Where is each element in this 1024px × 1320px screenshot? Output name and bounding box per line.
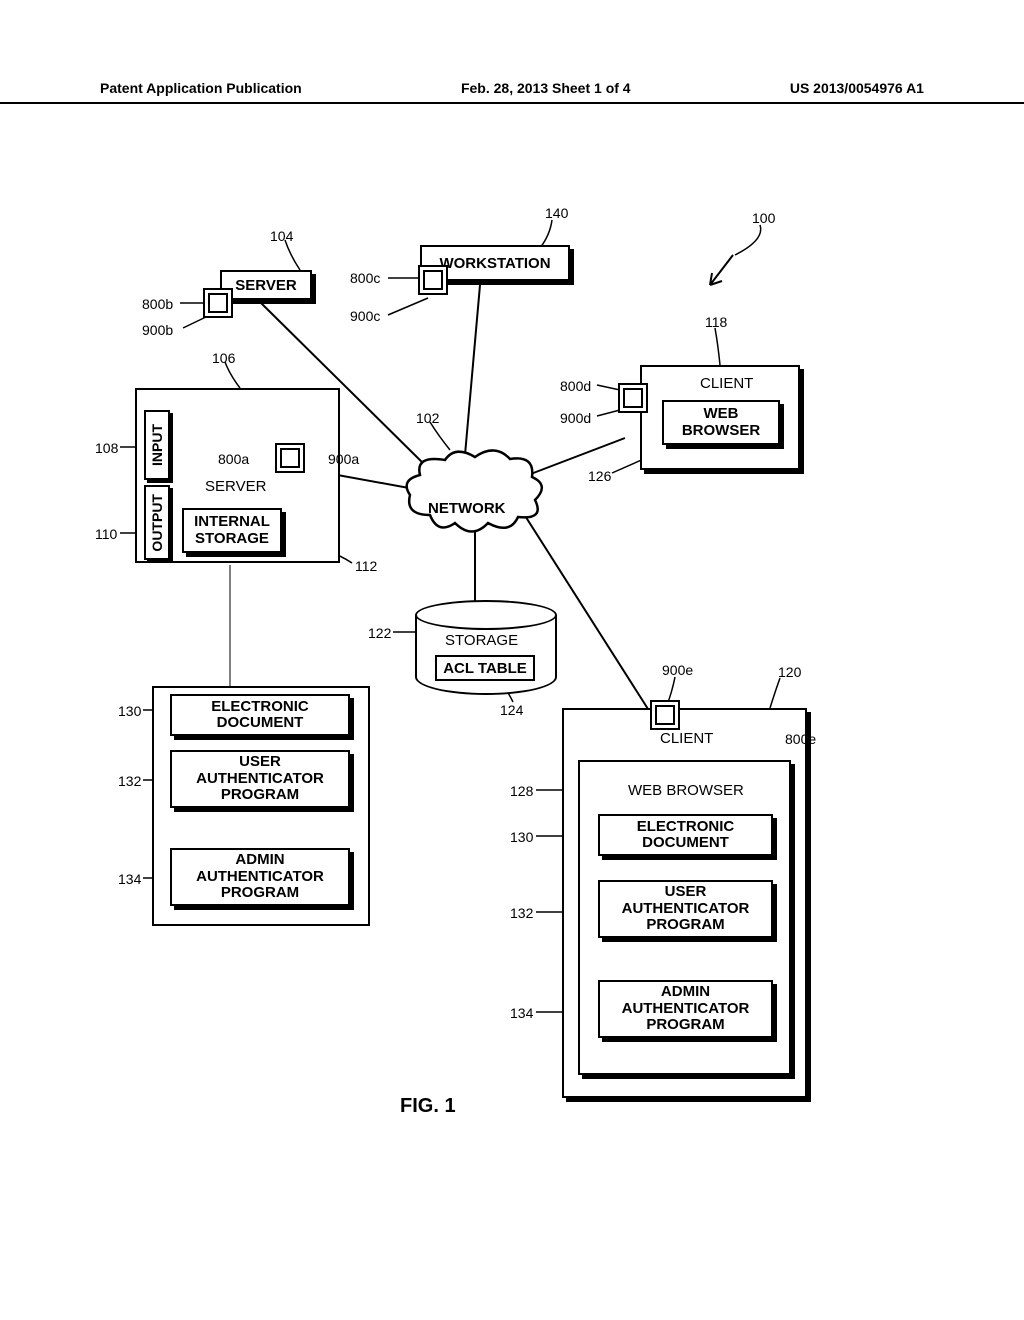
ref-128: 128: [510, 783, 533, 799]
admin-auth-left-box: ADMIN AUTHENTICATOR PROGRAM: [170, 848, 350, 906]
ref-800d: 800d: [560, 378, 591, 394]
ref-800a: 800a: [218, 451, 249, 467]
server-106-port-inner: [280, 448, 300, 468]
ref-134: 134: [118, 871, 141, 887]
client-120-port-inner: [655, 705, 675, 725]
ref-800b: 800b: [142, 296, 173, 312]
ref-900e: 900e: [662, 662, 693, 678]
admin-auth-left-label: ADMIN AUTHENTICATOR PROGRAM: [196, 852, 324, 902]
edoc-left-label: ELECTRONIC DOCUMENT: [211, 699, 309, 732]
user-auth-right-box: USER AUTHENTICATOR PROGRAM: [598, 880, 773, 938]
ref-130: 130: [118, 703, 141, 719]
server-104-box: SERVER: [220, 270, 312, 300]
input-box: INPUT: [144, 410, 170, 480]
ref-132: 132: [118, 773, 141, 789]
ref-112: 112: [355, 558, 377, 574]
ref-122: 122: [368, 625, 391, 641]
server-104-port-inner: [208, 293, 228, 313]
server-104-label: SERVER: [235, 277, 296, 294]
figure-caption: FIG. 1: [400, 1095, 456, 1118]
ref-110: 110: [95, 526, 117, 542]
patent-page: Patent Application Publication Feb. 28, …: [0, 0, 1024, 1320]
header-center: Feb. 28, 2013 Sheet 1 of 4: [461, 80, 631, 96]
storage-cylinder-top: [415, 600, 557, 630]
ref-800c: 800c: [350, 270, 380, 286]
server-106-label: SERVER: [205, 478, 266, 495]
ref-130b: 130: [510, 829, 533, 845]
ref-140: 140: [545, 205, 568, 221]
ref-900a: 900a: [328, 451, 359, 467]
ref-102: 102: [416, 410, 439, 426]
network-cloud-icon: [400, 445, 550, 545]
acl-table-label: ACL TABLE: [443, 660, 527, 677]
user-auth-left-label: USER AUTHENTICATOR PROGRAM: [196, 754, 324, 804]
admin-auth-right-label: ADMIN AUTHENTICATOR PROGRAM: [622, 984, 750, 1034]
header-left: Patent Application Publication: [100, 80, 302, 96]
header-right: US 2013/0054976 A1: [790, 80, 924, 96]
admin-auth-right-box: ADMIN AUTHENTICATOR PROGRAM: [598, 980, 773, 1038]
edoc-right-label: ELECTRONIC DOCUMENT: [637, 819, 735, 852]
network-label: NETWORK: [428, 500, 506, 517]
ref-120: 120: [778, 664, 801, 680]
page-header: Patent Application Publication Feb. 28, …: [0, 80, 1024, 104]
web-browser-126-label: WEB BROWSER: [682, 406, 760, 439]
figure-1-diagram: WORKSTATION SERVER SERVER INPUT OUTPUT I…: [100, 200, 924, 1150]
ref-132b: 132: [510, 905, 533, 921]
user-auth-left-box: USER AUTHENTICATOR PROGRAM: [170, 750, 350, 808]
web-browser-126-box: WEB BROWSER: [662, 400, 780, 445]
ref-106: 106: [212, 350, 235, 366]
ref-118: 118: [705, 314, 727, 330]
input-label: INPUT: [147, 418, 167, 472]
workstation-port-inner: [423, 270, 443, 290]
output-label: OUTPUT: [147, 488, 167, 558]
internal-storage-label: INTERNAL STORAGE: [194, 514, 270, 547]
ref-104: 104: [270, 228, 293, 244]
ref-134b: 134: [510, 1005, 533, 1021]
web-browser-128-label: WEB BROWSER: [628, 782, 744, 799]
edoc-right-box: ELECTRONIC DOCUMENT: [598, 814, 773, 856]
ref-900c: 900c: [350, 308, 380, 324]
user-auth-right-label: USER AUTHENTICATOR PROGRAM: [622, 884, 750, 934]
workstation-label: WORKSTATION: [439, 255, 550, 272]
client-118-port-inner: [623, 388, 643, 408]
ref-126: 126: [588, 468, 611, 484]
edoc-left-box: ELECTRONIC DOCUMENT: [170, 694, 350, 736]
client-120-label: CLIENT: [660, 730, 713, 747]
ref-124: 124: [500, 702, 523, 718]
output-box: OUTPUT: [144, 485, 170, 560]
ref-800e: 800e: [785, 731, 816, 747]
acl-table-box: ACL TABLE: [435, 655, 535, 681]
ref-108: 108: [95, 440, 118, 456]
client-118-label: CLIENT: [700, 375, 753, 392]
ref-900d: 900d: [560, 410, 591, 426]
internal-storage-box: INTERNAL STORAGE: [182, 508, 282, 553]
ref-900b: 900b: [142, 322, 173, 338]
ref-100: 100: [752, 210, 775, 226]
storage-label: STORAGE: [445, 632, 518, 649]
